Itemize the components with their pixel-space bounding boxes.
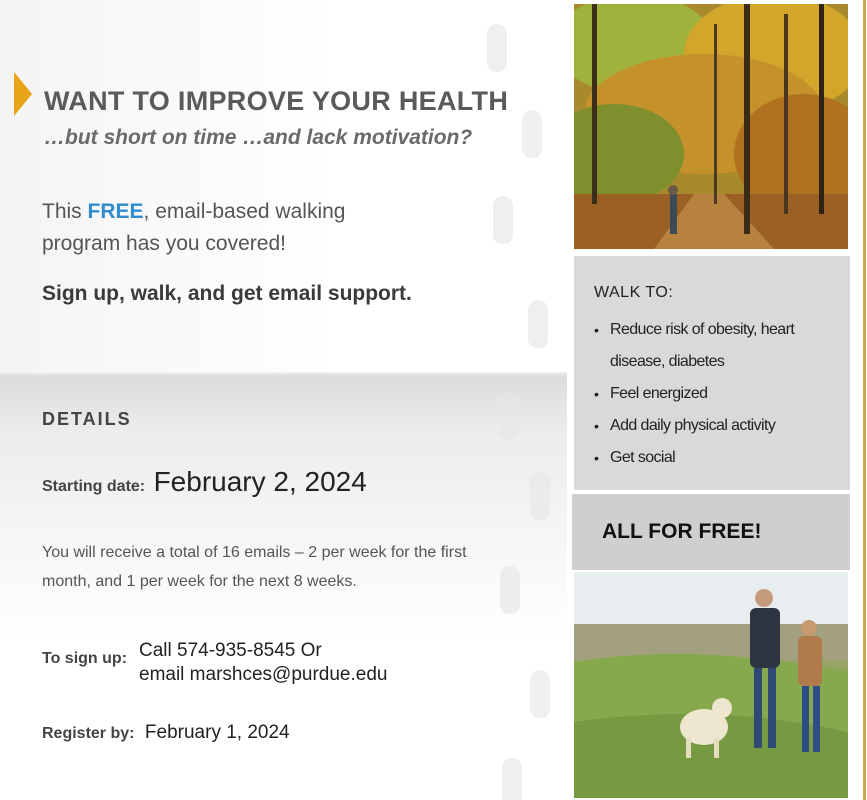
signup-email: email marshces@purdue.edu <box>139 664 388 685</box>
subheadline: …but short on time …and lack motivation? <box>44 126 473 149</box>
walk-to-list: Reduce risk of obesity, heart disease, d… <box>594 314 844 474</box>
chevron-right-icon <box>14 72 32 116</box>
footprint-icon <box>502 758 522 800</box>
register-row: Register by: February 1, 2024 <box>42 722 290 744</box>
signup-label: To sign up: <box>42 650 128 667</box>
footprint-icon <box>500 392 520 440</box>
starting-date-label: Starting date: <box>42 478 146 495</box>
emails-description: You will receive a total of 16 emails – … <box>42 544 467 590</box>
all-for-free-text: ALL FOR FREE! <box>602 520 762 543</box>
footprint-icon <box>493 196 513 244</box>
starting-date-value: February 2, 2024 <box>153 466 367 497</box>
forest-walk-photo <box>574 4 848 249</box>
register-label: Register by: <box>42 725 135 742</box>
list-item: Add daily physical activity <box>594 410 844 442</box>
forest-illustration <box>574 4 848 249</box>
walkers-illustration <box>574 572 848 798</box>
list-item: Feel energized <box>594 378 844 410</box>
headline: WANT TO IMPROVE YOUR HEALTH <box>44 86 509 116</box>
gold-border <box>855 0 867 800</box>
couple-walking-photo <box>574 572 848 798</box>
walk-to-title: WALK TO: <box>594 284 674 301</box>
footprint-icon <box>530 472 550 520</box>
list-item: Get social <box>594 442 844 474</box>
left-column: WANT TO IMPROVE YOUR HEALTH …but short o… <box>0 0 567 800</box>
footprint-icon <box>528 300 548 348</box>
top-band <box>0 0 567 372</box>
starting-date-row: Starting date: February 2, 2024 <box>42 466 367 498</box>
walk-to-panel: WALK TO: Reduce risk of obesity, heart d… <box>574 256 850 490</box>
all-for-free-banner: ALL FOR FREE! <box>572 494 850 570</box>
free-highlight: FREE <box>87 200 144 223</box>
footprint-icon <box>500 566 520 614</box>
register-date: February 1, 2024 <box>144 722 290 743</box>
footprint-icon <box>487 24 507 72</box>
footprint-icon <box>522 110 542 158</box>
intro-prefix: This <box>42 200 88 223</box>
list-item: Reduce risk of obesity, heart disease, d… <box>594 314 844 378</box>
details-heading: DETAILS <box>42 409 132 429</box>
signup-tagline: Sign up, walk, and get email support. <box>42 282 412 305</box>
signup-phone: Call 574-935-8545 Or <box>139 640 322 661</box>
intro-text: This FREE, email-based walking program h… <box>42 196 402 260</box>
footprint-icon <box>530 670 550 718</box>
